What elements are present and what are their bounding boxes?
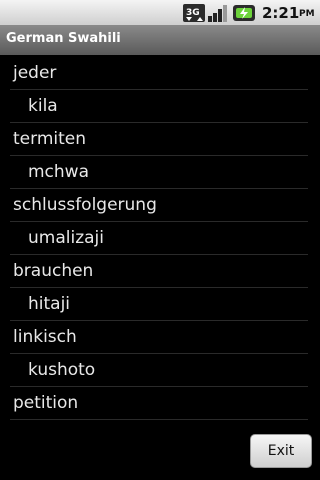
exit-button[interactable]: Exit: [250, 434, 312, 468]
battery-charging-icon: [233, 5, 255, 21]
list-item-word[interactable]: brauchen: [10, 255, 308, 288]
signal-icon: [208, 5, 227, 22]
status-bar: 3G 2:21 PM: [0, 0, 320, 25]
svg-text:3G: 3G: [186, 8, 200, 18]
list-item-translation[interactable]: kushoto: [10, 354, 308, 387]
list-item-word[interactable]: termiten: [10, 123, 308, 156]
list-item-translation[interactable]: mchwa: [10, 156, 308, 189]
translation-label: umalizaji: [28, 228, 104, 248]
status-ampm: PM: [299, 9, 315, 19]
word-label: linkisch: [13, 327, 77, 347]
list-item-translation[interactable]: kila: [10, 90, 308, 123]
word-label: jeder: [13, 63, 57, 83]
word-label: brauchen: [13, 261, 94, 281]
translation-label: kushoto: [28, 360, 96, 380]
app-title: German Swahili: [6, 31, 121, 46]
translation-label: mchwa: [28, 162, 90, 182]
list-item-word[interactable]: jeder: [10, 57, 308, 90]
list-item-translation[interactable]: umalizaji: [10, 222, 308, 255]
app-title-bar: German Swahili: [0, 25, 320, 55]
word-label: termiten: [13, 129, 86, 149]
word-label: schlussfolgerung: [13, 195, 157, 215]
list-item-word[interactable]: linkisch: [10, 321, 308, 354]
list-item-word[interactable]: schlussfolgerung: [10, 189, 308, 222]
3g-data-icon: 3G: [183, 4, 205, 22]
word-label: petition: [13, 393, 79, 413]
status-time: 2:21: [262, 4, 300, 22]
list-item-word[interactable]: petition: [10, 387, 308, 420]
translation-label: hitaji: [28, 294, 71, 314]
list-item-translation[interactable]: hitaji: [10, 288, 308, 321]
translation-label: kila: [28, 96, 58, 116]
word-list[interactable]: jeder kila termiten mchwa schlussfolgeru…: [0, 57, 320, 427]
list-item-translation[interactable]: [10, 420, 308, 427]
